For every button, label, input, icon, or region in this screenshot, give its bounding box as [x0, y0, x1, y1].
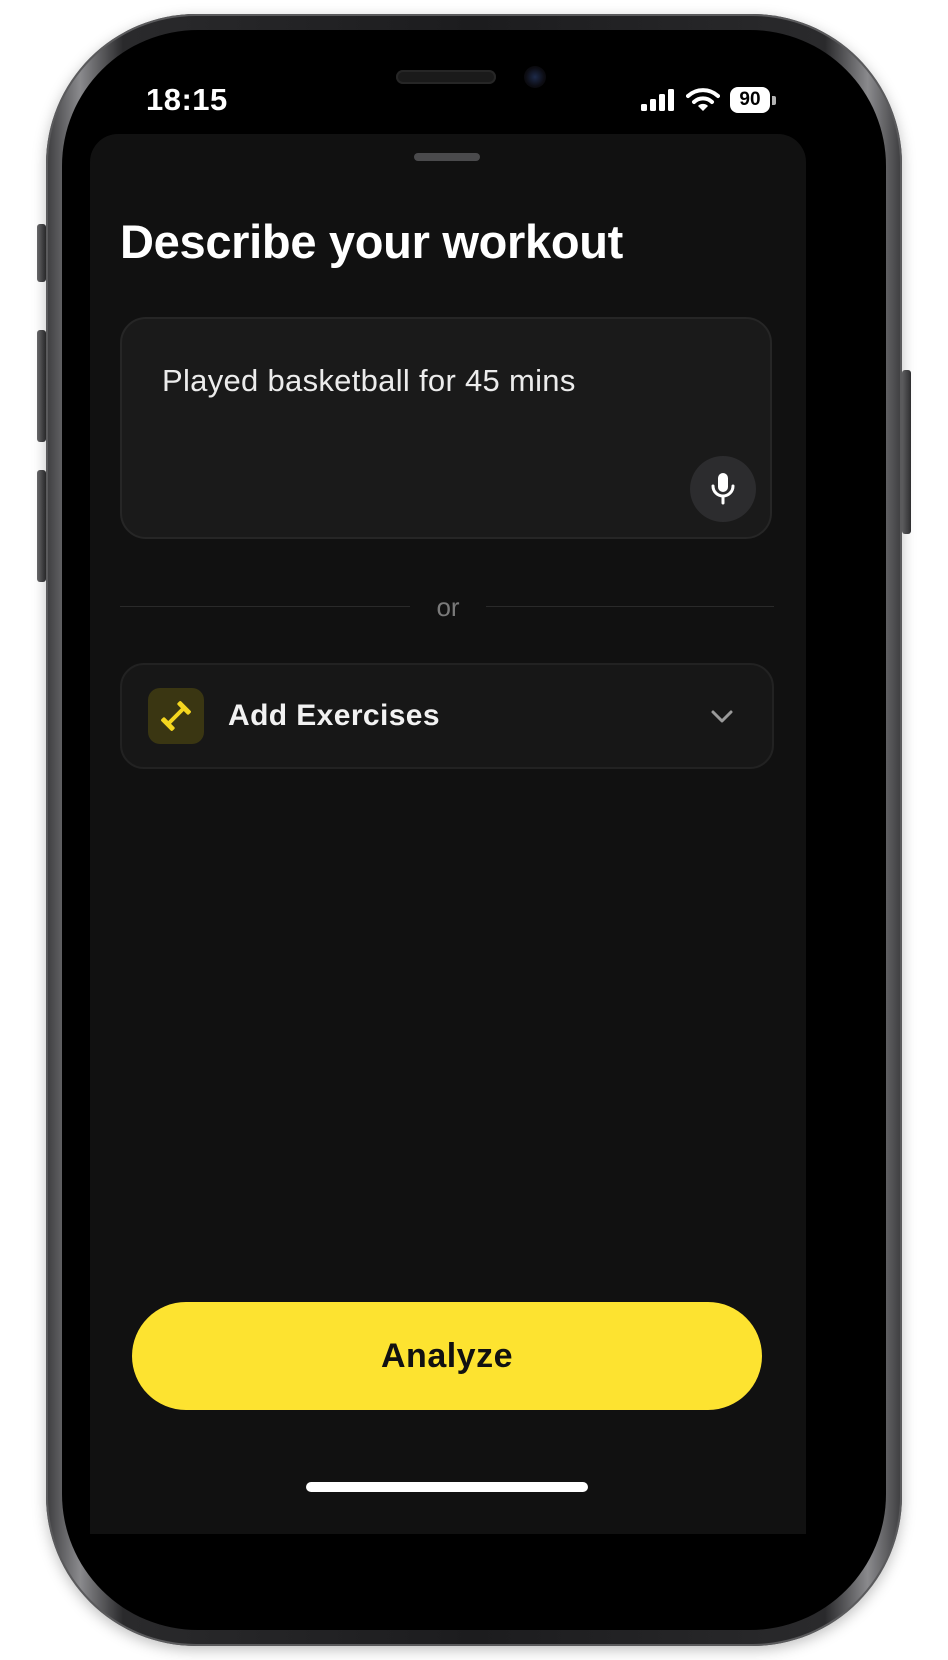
divider-line-left [120, 606, 410, 607]
chevron-down-icon[interactable] [708, 704, 736, 728]
page-title: Describe your workout [120, 215, 623, 268]
microphone-button[interactable] [690, 456, 756, 522]
workout-description-value[interactable]: Played basketball for 45 mins [162, 363, 576, 399]
status-icons: 90 [640, 86, 776, 114]
dumbbell-icon [161, 701, 191, 731]
add-exercises-label[interactable]: Add Exercises [228, 699, 440, 733]
divider-line-right [486, 606, 774, 607]
analyze-button[interactable]: Analyze [132, 1302, 762, 1410]
workout-description-input[interactable] [120, 317, 772, 539]
sheet-grabber[interactable] [414, 153, 480, 161]
power-button [902, 370, 911, 534]
divider-or: or [436, 592, 460, 622]
wifi-icon [686, 88, 720, 111]
volume-up-button [37, 330, 46, 442]
status-time: 18:15 [146, 82, 228, 117]
add-exercises-icon-box [148, 688, 204, 744]
battery-level: 90 [730, 87, 770, 113]
earpiece-speaker [396, 70, 496, 84]
volume-down-button [37, 470, 46, 582]
home-indicator [306, 1482, 588, 1492]
cellular-signal-icon [641, 89, 674, 111]
device-mockup: 18:15 90 Describe your workout Played ba… [0, 0, 948, 1660]
battery-cap [772, 95, 776, 105]
add-exercises-dropdown[interactable] [120, 663, 774, 769]
microphone-icon [711, 473, 735, 505]
front-camera [524, 66, 546, 88]
battery-indicator: 90 [730, 87, 776, 113]
silent-switch [37, 224, 46, 282]
